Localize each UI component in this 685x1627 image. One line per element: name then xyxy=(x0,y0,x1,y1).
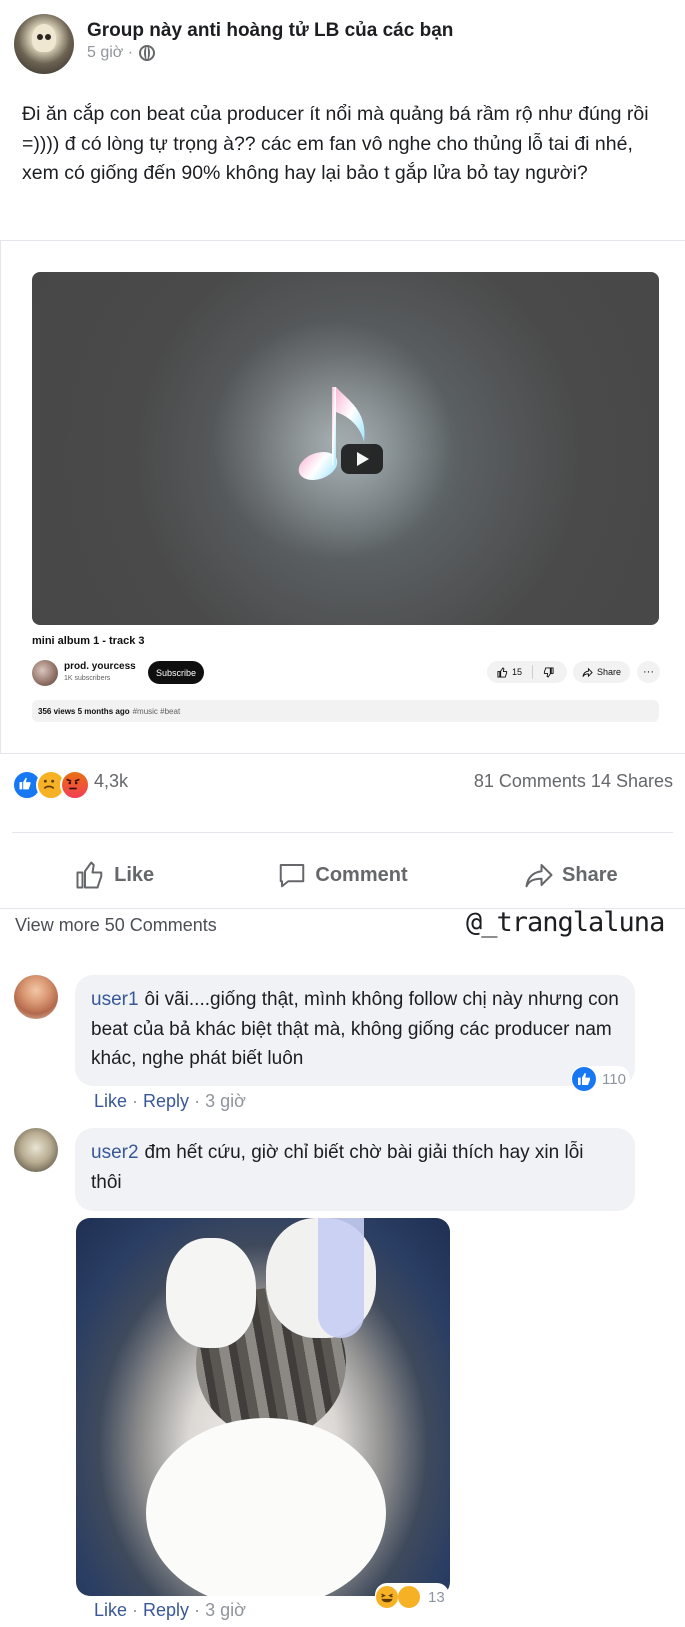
thumbs-down-icon xyxy=(543,666,554,678)
share-arrow-icon xyxy=(582,667,593,677)
eye-shape xyxy=(37,34,43,40)
comment-bubble: user2 đm hết cứu, giờ chỉ biết chờ bài gi… xyxy=(75,1128,635,1211)
share-label: Share xyxy=(562,863,618,886)
subscriber-count: 1K subscribers xyxy=(64,675,111,682)
like-button[interactable]: Like xyxy=(0,848,228,902)
sad-reaction-icon xyxy=(396,1584,422,1610)
comment-text: đm hết cứu, giờ chỉ biết chờ bài giải th… xyxy=(91,1142,584,1193)
comment-like-link[interactable]: Like xyxy=(94,1600,127,1620)
post-text: Đi ăn cắp con beat của producer ít nổi m… xyxy=(22,103,649,184)
subscribe-button[interactable]: Subscribe xyxy=(148,661,204,684)
haha-reaction-icon xyxy=(376,1586,398,1608)
post-time[interactable]: 5 giờ · xyxy=(87,44,133,62)
thumbs-up-icon xyxy=(76,861,103,889)
channel-avatar[interactable] xyxy=(32,660,58,686)
video-like-count: 15 xyxy=(512,667,523,677)
play-button[interactable] xyxy=(341,444,383,474)
comment-photo[interactable] xyxy=(76,1218,450,1596)
angry-reaction-icon xyxy=(60,770,90,800)
group-avatar[interactable] xyxy=(14,14,74,74)
video-like-button[interactable]: 15 xyxy=(487,661,532,683)
share-arrow-icon xyxy=(525,864,553,888)
post-meta: 5 giờ · xyxy=(87,44,156,62)
comment-share-count[interactable]: 81 Comments 14 Shares xyxy=(474,771,673,792)
comment-actions: Like · Reply · 3 giờ xyxy=(94,1091,246,1111)
comment-bubble: user1 ôi vãi....giống thật, mình không fo… xyxy=(75,975,635,1086)
comment-reactions[interactable]: 110 xyxy=(571,1066,630,1092)
video-share-button[interactable]: Share xyxy=(573,661,630,683)
like-dislike-group: 15 xyxy=(487,661,567,683)
cat-paw-shape xyxy=(166,1238,256,1348)
comment-button[interactable]: Comment xyxy=(228,848,456,902)
comment-icon xyxy=(280,864,305,888)
video-views: 356 views 5 months ago xyxy=(38,706,130,716)
video-title[interactable]: mini album 1 - track 3 xyxy=(32,635,144,647)
watermark: @_tranglaluna xyxy=(466,907,665,938)
video-dislike-button[interactable] xyxy=(533,661,564,683)
globe-icon xyxy=(139,45,156,61)
reaction-count[interactable]: 4,3k xyxy=(94,771,128,792)
video-tags[interactable]: #music #beat xyxy=(133,707,181,716)
post-action-bar: Like Comment Share xyxy=(0,848,685,902)
video-share-label: Share xyxy=(596,667,622,677)
comment-time[interactable]: 3 giờ xyxy=(205,1600,246,1620)
comment-author[interactable]: user2 xyxy=(91,1142,139,1163)
comment-text: ôi vãi....giống thật, mình không follow … xyxy=(91,989,619,1069)
comment-reply-link[interactable]: Reply xyxy=(143,1091,189,1111)
skull-icon xyxy=(32,24,56,52)
comment-reply-link[interactable]: Reply xyxy=(143,1600,189,1620)
like-label: Like xyxy=(114,863,155,886)
avatar[interactable] xyxy=(14,975,58,1019)
cat-belly-shape xyxy=(146,1418,386,1596)
channel-name[interactable]: prod. yourcess xyxy=(64,661,136,672)
comment-reaction-count: 13 xyxy=(428,1588,445,1606)
share-button[interactable]: Share xyxy=(457,848,685,902)
like-reaction-icon xyxy=(572,1067,596,1091)
comment-reaction-count: 110 xyxy=(602,1070,626,1088)
comment-label: Comment xyxy=(315,863,408,886)
group-name[interactable]: Group này anti hoàng tử LB của các bạn xyxy=(87,20,453,42)
comment-actions: Like · Reply · 3 giờ xyxy=(94,1600,246,1620)
eye-shape xyxy=(45,34,51,40)
thumbs-up-icon xyxy=(497,666,508,678)
comment-time[interactable]: 3 giờ xyxy=(205,1091,246,1111)
avatar[interactable] xyxy=(14,1128,58,1172)
comment-like-link[interactable]: Like xyxy=(94,1091,127,1111)
sweat-drop-shape xyxy=(318,1218,364,1338)
video-more-button[interactable]: ··· xyxy=(637,661,660,683)
divider xyxy=(12,832,673,833)
comment-author[interactable]: user1 xyxy=(91,989,139,1010)
view-more-comments[interactable]: View more 50 Comments xyxy=(15,915,217,936)
comment-reactions[interactable]: 13 xyxy=(375,1583,449,1611)
reaction-icons[interactable] xyxy=(12,770,92,800)
video-description[interactable]: 356 views 5 months ago #music #beat xyxy=(32,700,659,722)
